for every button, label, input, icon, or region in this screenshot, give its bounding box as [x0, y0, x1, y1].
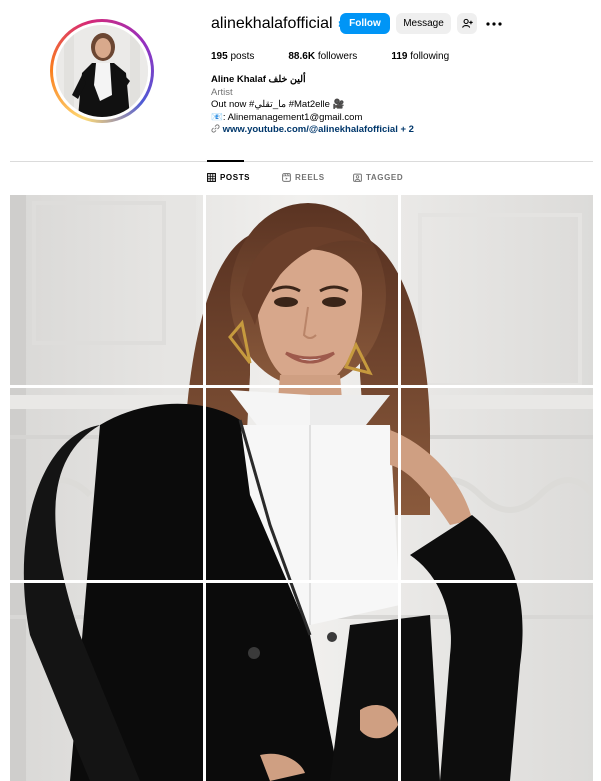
bio-category: Artist	[211, 86, 233, 98]
post-tile[interactable]	[10, 195, 203, 385]
bio-name: Aline Khalaf	[211, 74, 266, 85]
following-label: following	[407, 51, 450, 62]
followers-label: followers	[315, 51, 358, 62]
bio-line-release: Out now #ما_تقلي #Mat2elle 🎥	[211, 99, 345, 110]
following-number: 119	[391, 51, 408, 62]
post-tile[interactable]	[401, 583, 593, 781]
following-count[interactable]: 119 following	[391, 51, 449, 62]
post-tile[interactable]	[10, 583, 203, 781]
avatar-image	[56, 25, 148, 117]
bio-name-arabic: ألين خلف	[268, 74, 306, 85]
profile-tabs: POSTS REELS TAGGED	[0, 173, 601, 185]
posts-grid	[10, 195, 593, 781]
bio-link-extra[interactable]: + 2	[398, 124, 414, 135]
more-icon	[486, 21, 502, 26]
message-button[interactable]: Message	[396, 13, 451, 34]
reels-icon	[282, 173, 291, 182]
post-tile[interactable]	[401, 388, 593, 580]
more-options-button[interactable]	[484, 13, 504, 34]
bio-link-row[interactable]: www.youtube.com/@alinekhalafofficial + 2	[211, 124, 571, 137]
post-tile[interactable]	[206, 583, 398, 781]
tab-tagged[interactable]: TAGGED	[353, 173, 403, 182]
posts-number: 195	[211, 51, 228, 62]
tab-posts-label: POSTS	[220, 173, 251, 182]
username: alinekhalafofficial	[211, 15, 333, 32]
username-row: alinekhalafofficial	[211, 12, 352, 36]
followers-count[interactable]: 88.6K followers	[288, 51, 357, 62]
post-tile[interactable]	[206, 388, 398, 580]
avatar[interactable]	[56, 25, 148, 117]
profile-stats: 195 posts 88.6K followers 119 following	[211, 51, 483, 62]
bio-line-email: 📧: Alinemanagement1@gmail.com	[211, 111, 363, 123]
post-tile[interactable]	[10, 388, 203, 580]
avatar-gap	[53, 22, 151, 120]
posts-label: posts	[227, 51, 255, 62]
posts-count: 195 posts	[211, 51, 254, 62]
profile-avatar-ring[interactable]	[50, 19, 154, 123]
post-tile[interactable]	[206, 195, 398, 385]
tab-reels[interactable]: REELS	[282, 173, 325, 182]
post-tile[interactable]	[401, 195, 593, 385]
bio: Aline Khalaf ألين خلف Artist Out now #ما…	[211, 74, 571, 137]
tabs-divider	[10, 161, 593, 162]
suggested-accounts-button[interactable]	[457, 13, 477, 34]
active-tab-indicator	[207, 160, 244, 162]
add-person-icon	[461, 18, 473, 28]
bio-name-line: Aline Khalaf ألين خلف	[211, 74, 571, 87]
tab-reels-label: REELS	[295, 173, 325, 182]
tab-tagged-label: TAGGED	[366, 173, 404, 182]
follow-button[interactable]: Follow	[340, 13, 390, 34]
tagged-icon	[353, 173, 362, 182]
followers-number: 88.6K	[288, 51, 316, 62]
link-icon	[211, 124, 220, 133]
bio-link[interactable]: www.youtube.com/@alinekhalafofficial	[223, 124, 398, 135]
tab-posts[interactable]: POSTS	[207, 173, 250, 182]
grid-icon	[207, 173, 216, 182]
